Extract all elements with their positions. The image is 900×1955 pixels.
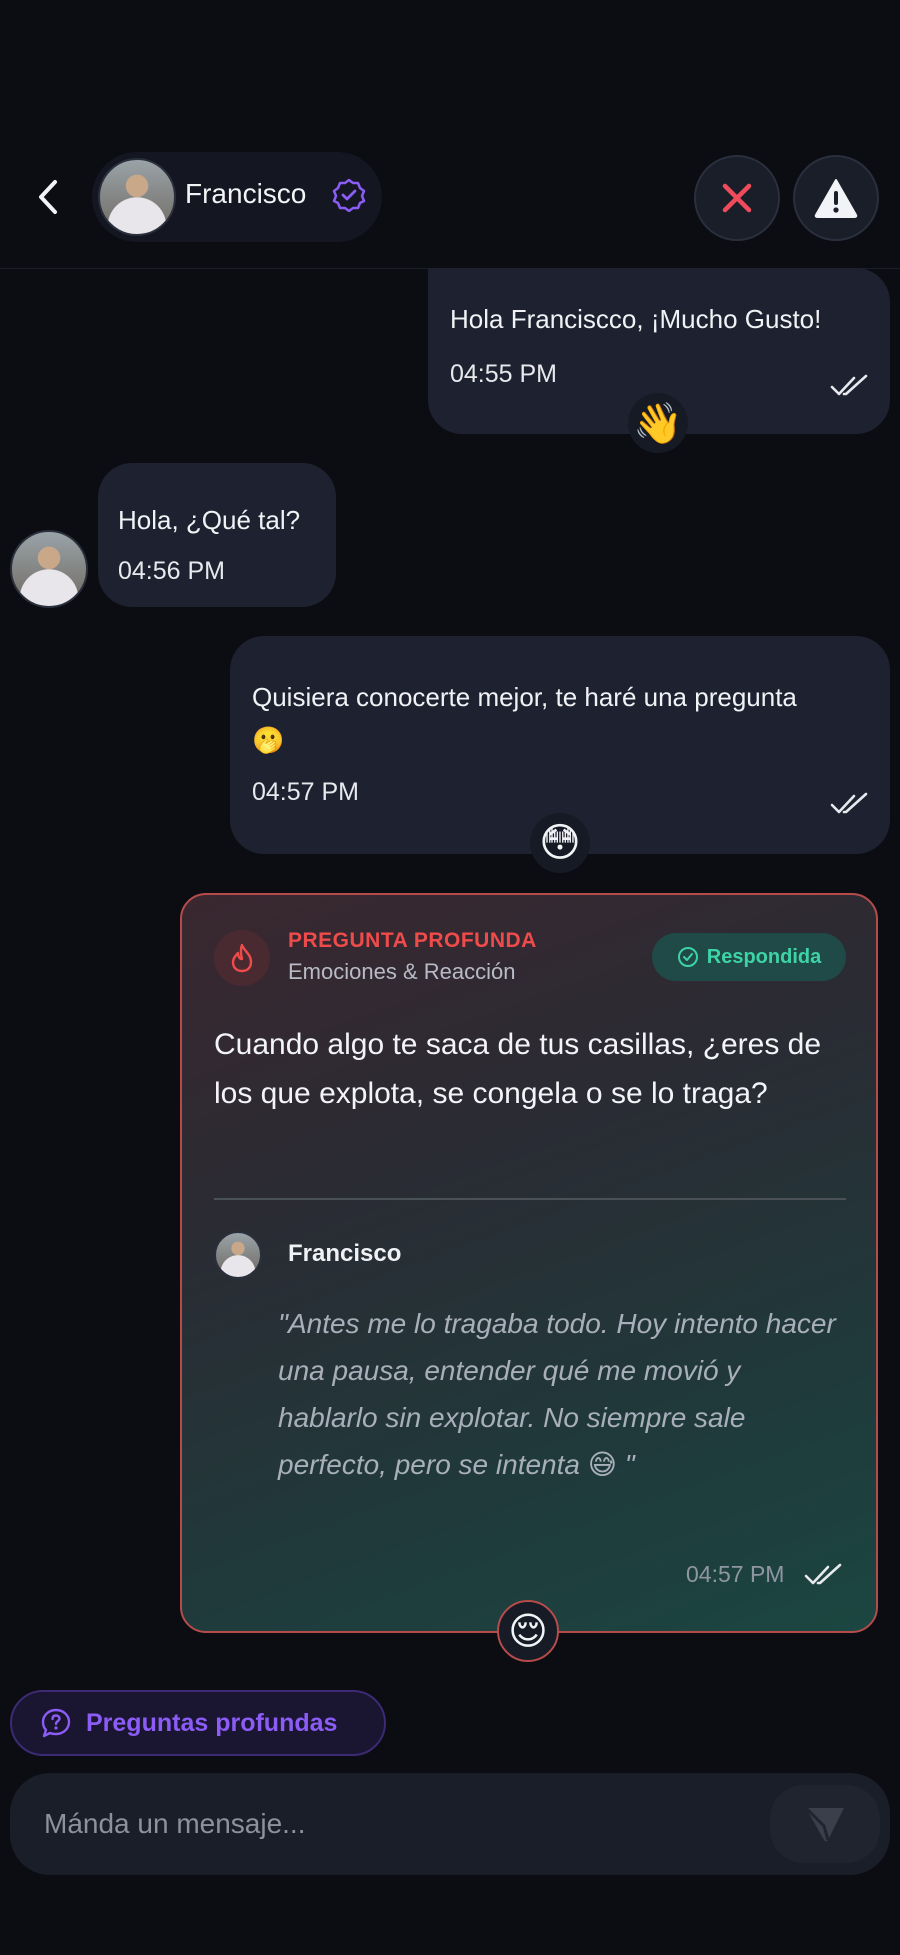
message-reaction[interactable]: 👋	[628, 393, 688, 453]
status-label: Respondida	[706, 945, 822, 968]
message-time: 04:57 PM	[252, 778, 360, 806]
question-type-label: PREGUNTA PROFUNDA	[288, 929, 537, 952]
answer-text: "Antes me lo tragaba todo. Hoy intento h…	[278, 1308, 836, 1480]
message-bubble-incoming[interactable]: Hola, ¿Qué tal? 04:56 PM	[98, 463, 336, 607]
warning-triangle-icon	[814, 179, 858, 218]
send-icon	[804, 1806, 844, 1842]
message-time: 04:55 PM	[450, 360, 558, 388]
deep-question-card[interactable]: PREGUNTA PROFUNDA Emociones & Reacción R…	[180, 893, 878, 1633]
card-divider	[214, 1198, 846, 1200]
question-bubble-icon	[41, 1708, 71, 1738]
question-category: Emociones & Reacción	[288, 959, 516, 984]
status-badge: Respondida	[652, 933, 846, 981]
message-text: Hola Franciscco, ¡Mucho Gusto!	[450, 304, 822, 334]
answer-author-avatar	[214, 1231, 262, 1279]
chevron-left-icon	[39, 180, 57, 214]
send-button[interactable]	[770, 1785, 880, 1863]
check-circle-icon	[677, 947, 698, 967]
message-text: Hola, ¿Qué tal?	[118, 505, 301, 535]
back-button[interactable]	[28, 172, 68, 222]
contact-avatar[interactable]	[98, 158, 176, 236]
message-input[interactable]	[44, 1799, 764, 1849]
message-composer	[10, 1773, 890, 1875]
dismiss-match-button[interactable]	[694, 155, 780, 241]
answer-author-name: Francisco	[288, 1240, 402, 1267]
read-ticks-icon	[830, 792, 868, 814]
read-ticks-icon	[804, 1563, 842, 1585]
deep-questions-label: Preguntas profundas	[86, 1708, 338, 1737]
read-ticks-icon	[830, 374, 868, 396]
card-reaction[interactable]: 😌	[497, 1600, 559, 1662]
contact-name: Francisco	[185, 178, 307, 209]
message-reaction[interactable]: 😳	[530, 813, 590, 873]
sender-avatar[interactable]	[10, 530, 88, 608]
report-button[interactable]	[793, 155, 879, 241]
verified-badge-icon	[332, 178, 366, 213]
card-time: 04:57 PM	[686, 1561, 785, 1587]
message-time: 04:56 PM	[118, 557, 226, 585]
deep-questions-button[interactable]: Preguntas profundas	[10, 1690, 386, 1756]
flame-icon	[214, 930, 270, 986]
close-x-icon	[722, 183, 752, 213]
question-text: Cuando algo te saca de tus casillas, ¿er…	[214, 1028, 822, 1110]
message-text: Quisiera conocerte mejor, te haré una pr…	[252, 682, 797, 755]
